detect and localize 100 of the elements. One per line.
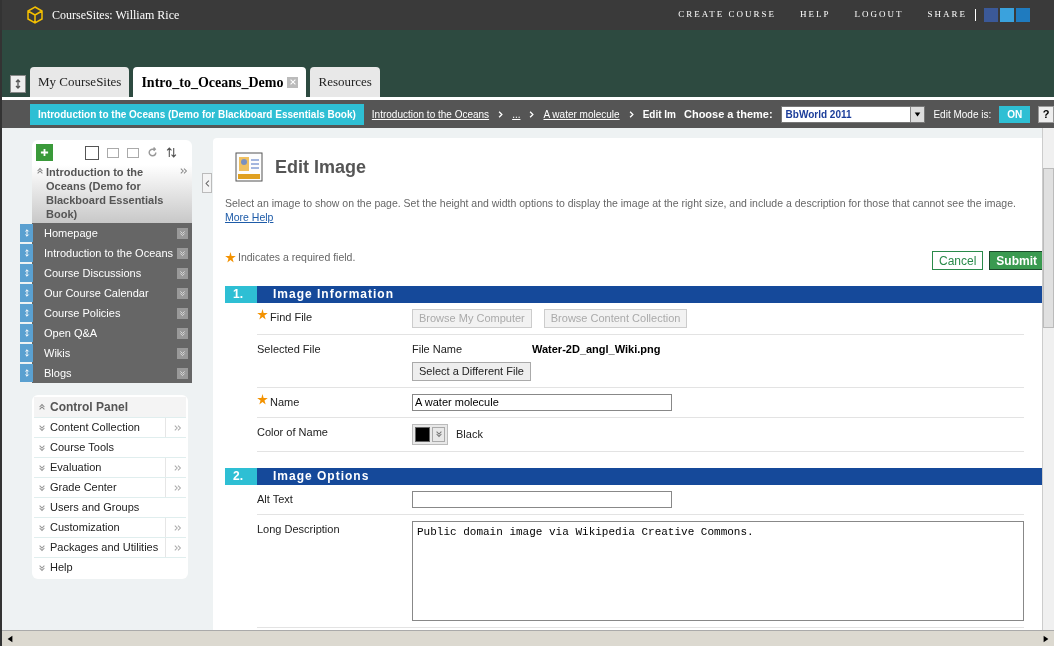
- course-menu-item[interactable]: Course Policies: [32, 304, 177, 322]
- section-number: 2.: [225, 467, 257, 485]
- breadcrumb-link[interactable]: Introduction to the Oceans: [371, 106, 490, 122]
- sort-icon[interactable]: [166, 147, 177, 158]
- vertical-scrollbar[interactable]: [1042, 128, 1054, 630]
- color-name: Black: [456, 426, 483, 442]
- drag-handle[interactable]: [20, 344, 33, 362]
- long-description-field[interactable]: Public domain image via Wikipedia Creative Commons.: [412, 520, 1024, 621]
- drag-handle[interactable]: [20, 284, 33, 302]
- submenu-icon[interactable]: [174, 483, 182, 492]
- text-field[interactable]: [412, 490, 672, 508]
- course-tab[interactable]: My CourseSites: [30, 67, 130, 97]
- site-title: CourseSites: William Rice: [52, 7, 180, 24]
- expand-icon[interactable]: [38, 483, 46, 492]
- drag-handle[interactable]: [20, 364, 33, 382]
- header-link[interactable]: CREATE COURSE: [678, 8, 776, 22]
- control-panel-item[interactable]: Grade Center: [50, 479, 161, 496]
- tab-label: My CourseSites: [38, 73, 122, 92]
- expand-icon[interactable]: [38, 563, 46, 572]
- collapse-sidebar-button[interactable]: [202, 173, 212, 193]
- theme-value: BbWorld 2011: [784, 107, 853, 122]
- help-button[interactable]: ?: [1038, 105, 1054, 123]
- submit-button[interactable]: Submit: [989, 251, 1042, 270]
- submenu-icon[interactable]: [174, 543, 182, 552]
- submenu-icon[interactable]: [174, 523, 182, 532]
- course-menu-item[interactable]: Wikis: [32, 344, 177, 362]
- drag-handle[interactable]: [20, 264, 33, 282]
- text-field[interactable]: A water molecule: [412, 393, 672, 411]
- color-picker[interactable]: [412, 423, 448, 445]
- expand-icon[interactable]: [180, 167, 188, 175]
- course-menu-item[interactable]: Our Course Calendar: [32, 284, 177, 302]
- expand-icon[interactable]: [38, 423, 46, 432]
- collapse-icon[interactable]: [38, 403, 46, 411]
- required-star-icon: [225, 252, 236, 264]
- breadcrumb-current: Edit Im: [642, 107, 676, 122]
- control-panel-item[interactable]: Packages and Utilities: [50, 539, 161, 556]
- collapse-icon[interactable]: [36, 167, 44, 175]
- field-label: Name: [270, 394, 300, 410]
- field-label: Alt Text: [257, 491, 293, 507]
- control-panel-item[interactable]: Help: [50, 559, 182, 576]
- cube-logo-icon: [26, 6, 44, 24]
- course-menu-item[interactable]: Introduction to the Oceans: [32, 244, 177, 262]
- control-panel-item[interactable]: Course Tools: [50, 439, 182, 456]
- breadcrumb-link[interactable]: A water molecule: [543, 106, 620, 122]
- course-menu-item[interactable]: Blogs: [32, 364, 177, 382]
- theme-label: Choose a theme:: [683, 106, 773, 122]
- refresh-icon[interactable]: [147, 147, 158, 158]
- drag-handle[interactable]: [20, 304, 33, 322]
- tab-label: Resources: [318, 73, 372, 92]
- course-tab[interactable]: Resources: [310, 67, 380, 97]
- scroll-left-icon[interactable]: [6, 634, 14, 643]
- page-description: Select an image to show on the page. Set the height and width options to display the image at the right size, and include a description for those that cannot see the image. More Help: [224, 196, 1017, 224]
- header-link[interactable]: SHARE: [927, 8, 967, 22]
- required-note: Indicates a required field.: [238, 250, 356, 265]
- header-link[interactable]: LOGOUT: [854, 8, 904, 22]
- collapse-icon[interactable]: [13, 79, 23, 89]
- drag-handle[interactable]: [20, 244, 33, 262]
- horizontal-scrollbar[interactable]: [2, 630, 1054, 646]
- page-title: Edit Image: [275, 155, 367, 179]
- course-menu-item[interactable]: Course Discussions: [32, 264, 177, 282]
- chevron-left-icon: [203, 178, 211, 188]
- expand-icon[interactable]: [38, 463, 46, 472]
- folder-icon[interactable]: [107, 147, 119, 158]
- control-panel-item[interactable]: Customization: [50, 519, 161, 536]
- field-label: Selected File: [257, 342, 321, 357]
- chevron-icon[interactable]: [627, 110, 635, 118]
- drag-handle[interactable]: [20, 324, 33, 342]
- select-file-button[interactable]: Select a Different File: [412, 361, 531, 381]
- breadcrumb-link[interactable]: ...: [512, 106, 521, 122]
- chevron-icon[interactable]: [497, 110, 505, 118]
- field-label: Long Description: [257, 521, 340, 537]
- submenu-icon[interactable]: [174, 463, 182, 472]
- expand-icon[interactable]: [38, 523, 46, 532]
- more-help-link[interactable]: More Help: [225, 211, 274, 223]
- field-label: Color of Name: [257, 424, 328, 440]
- cancel-button[interactable]: Cancel: [931, 251, 984, 270]
- course-menu-item[interactable]: Homepage: [32, 224, 177, 242]
- dropdown-arrow-icon[interactable]: [914, 110, 922, 118]
- submenu-icon[interactable]: [174, 423, 182, 432]
- control-panel-item[interactable]: Content Collection: [50, 419, 161, 436]
- header-link[interactable]: HELP: [800, 8, 831, 22]
- scroll-thumb[interactable]: [1043, 168, 1054, 328]
- drag-handle[interactable]: [20, 224, 33, 242]
- theme-select[interactable]: BbWorld 2011: [780, 105, 926, 123]
- expand-icon[interactable]: [38, 503, 46, 512]
- control-panel-item[interactable]: Users and Groups: [50, 499, 182, 516]
- list-view-icon[interactable]: [85, 145, 99, 160]
- image-document-icon: [235, 152, 263, 182]
- chevron-icon[interactable]: [434, 430, 443, 438]
- close-icon[interactable]: [289, 78, 297, 86]
- course-tab[interactable]: Intro_to_Oceans_Demo: [133, 67, 307, 97]
- plus-icon: [40, 148, 49, 157]
- edit-mode-label: Edit Mode is:: [933, 107, 992, 122]
- window-icon[interactable]: [127, 147, 139, 158]
- add-menu-item-button[interactable]: [36, 144, 53, 161]
- control-panel-item[interactable]: Evaluation: [50, 459, 161, 476]
- expand-icon[interactable]: [38, 443, 46, 452]
- scroll-right-icon[interactable]: [1042, 634, 1050, 643]
- course-menu-item[interactable]: Open Q&A: [32, 324, 177, 342]
- expand-icon[interactable]: [38, 543, 46, 552]
